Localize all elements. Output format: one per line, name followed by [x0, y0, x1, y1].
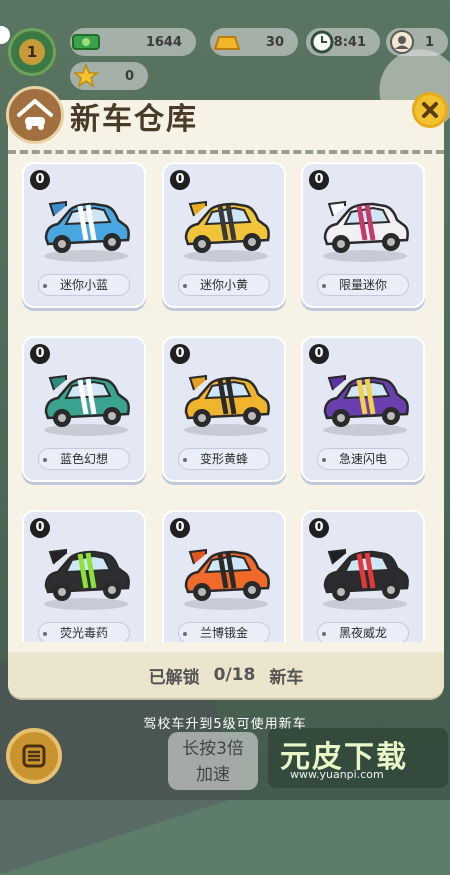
car-name: 兰博锇金 — [199, 626, 248, 640]
pill-dot — [183, 632, 187, 636]
car-icon — [44, 200, 130, 262]
cash-value: 1644 — [145, 34, 182, 50]
header-divider — [8, 150, 444, 154]
person-icon — [384, 24, 420, 60]
speed-line-2: 加速 — [196, 765, 230, 785]
level-number: 1 — [19, 39, 45, 65]
car-name-label: 兰博锇金 — [178, 622, 270, 642]
cash-counter: 1644 — [70, 28, 196, 56]
car-name-label: 限量迷你 — [317, 274, 409, 296]
level-badge[interactable]: 1 — [8, 28, 56, 76]
car-icon — [323, 548, 409, 610]
pill-dot — [43, 632, 47, 636]
car-icon — [184, 200, 270, 262]
car-name: 荧光毒药 — [59, 626, 108, 640]
car-name-label: 迷你小黄 — [178, 274, 270, 296]
unlock-suffix: 新车 — [269, 667, 304, 688]
car-name: 限量迷你 — [338, 278, 387, 292]
car-card[interactable]: 0 限量迷你 — [301, 162, 425, 308]
car-card[interactable]: 0 变形黄蜂 — [162, 336, 286, 482]
car-card[interactable]: 0 迷你小蓝 — [22, 162, 146, 308]
modal-title: 新车仓库 — [70, 102, 198, 137]
car-icon — [323, 374, 409, 436]
car-card[interactable]: 0 黑夜威龙 — [301, 510, 425, 642]
car-card[interactable]: 0 兰博锇金 — [162, 510, 286, 642]
car-card[interactable]: 0 迷你小黄 — [162, 162, 286, 308]
car-name-label: 黑夜威龙 — [317, 622, 409, 642]
car-name-label: 迷你小蓝 — [38, 274, 130, 296]
gold-bar-icon — [208, 24, 244, 60]
friends-value: 1 — [424, 34, 434, 50]
star-counter: 0 — [70, 62, 148, 90]
unlock-count: 0/18 — [213, 665, 256, 685]
gold-value: 30 — [265, 34, 284, 50]
watermark-url: www.yuanpi.com — [290, 768, 384, 781]
friends-counter: 1 — [386, 28, 448, 56]
unlock-status-bar: 已解锁 0/18 新车 — [8, 652, 444, 698]
pill-dot — [183, 284, 187, 288]
car-name: 变形黄蜂 — [199, 452, 248, 466]
car-name: 迷你小黄 — [199, 278, 248, 292]
pill-dot — [322, 458, 326, 462]
watermark: 元皮下载 www.yuanpi.com — [268, 728, 448, 788]
gold-counter: 30 — [210, 28, 298, 56]
car-name-label: 急速闪电 — [317, 448, 409, 470]
speed-up-button[interactable]: 长按3倍 加速 — [168, 732, 258, 790]
car-icon — [323, 200, 409, 262]
car-grid: 0 迷你小蓝 0 迷你小黄 0 限量迷你 0 蓝色幻想 0 变形黄蜂 0 急速闪电 0 荧光毒药 0 兰博锇金… — [22, 162, 432, 642]
car-icon — [184, 374, 270, 436]
menu-button[interactable] — [6, 728, 62, 784]
star-icon — [68, 58, 104, 94]
pill-dot — [43, 284, 47, 288]
car-name-label: 变形黄蜂 — [178, 448, 270, 470]
modal-header: 新车仓库 — [6, 86, 448, 158]
car-name: 迷你小蓝 — [59, 278, 108, 292]
pill-dot — [43, 458, 47, 462]
close-icon — [422, 102, 438, 118]
clock-icon — [304, 24, 340, 60]
star-value: 0 — [124, 68, 134, 84]
time-counter: 8:41 — [306, 28, 380, 56]
car-card[interactable]: 0 荧光毒药 — [22, 510, 146, 642]
car-name: 黑夜威龙 — [338, 626, 387, 640]
pill-dot — [322, 284, 326, 288]
car-icon — [44, 374, 130, 436]
list-icon — [22, 744, 46, 768]
car-icon — [44, 548, 130, 610]
car-card[interactable]: 0 蓝色幻想 — [22, 336, 146, 482]
close-button[interactable] — [412, 92, 448, 128]
new-car-garage-modal: 新车仓库 0 迷你小蓝 0 迷你小黄 0 限量迷你 0 蓝色幻想 0 变形黄蜂 0 急速闪电 0 荧光毒药… — [6, 86, 448, 698]
car-icon — [184, 548, 270, 610]
car-card[interactable]: 0 急速闪电 — [301, 336, 425, 482]
garage-house-icon — [6, 86, 64, 144]
car-name: 蓝色幻想 — [59, 452, 108, 466]
pill-dot — [183, 458, 187, 462]
unlock-prefix: 已解锁 — [148, 667, 200, 688]
speed-line-1: 长按3倍 — [182, 739, 244, 759]
pill-dot — [322, 632, 326, 636]
car-name: 急速闪电 — [338, 452, 387, 466]
car-name-label: 蓝色幻想 — [38, 448, 130, 470]
car-name-label: 荧光毒药 — [38, 622, 130, 642]
cash-icon — [68, 24, 104, 60]
